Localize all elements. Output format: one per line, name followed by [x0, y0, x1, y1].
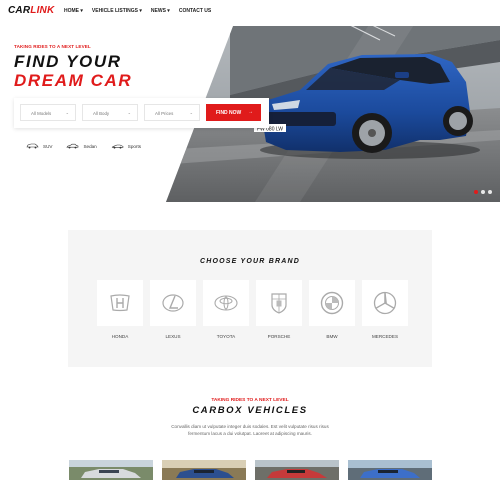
- slider-dot[interactable]: [481, 190, 485, 194]
- hero-title-line1: FIND YOUR: [14, 52, 122, 71]
- car-sedan-icon: [66, 143, 79, 149]
- porsche-logo-icon: [271, 293, 287, 314]
- slider-dots: [474, 190, 492, 194]
- nav-news[interactable]: NEWS ▾: [151, 8, 170, 14]
- slider-dot[interactable]: [488, 190, 492, 194]
- honda-logo-icon: [110, 294, 130, 312]
- body-select[interactable]: All Body ⌄: [82, 104, 138, 121]
- vehicle-type-list: SUV Sedan Sports: [26, 143, 141, 149]
- brand-tile-mercedes[interactable]: [362, 280, 408, 326]
- vehicles-description: Convallis diam ut vulputate integer duis…: [171, 424, 329, 436]
- type-sedan[interactable]: Sedan: [66, 143, 97, 149]
- type-sports[interactable]: Sports: [111, 143, 141, 149]
- brand-label: HONDA: [111, 334, 129, 339]
- brand-label: MERCEDES: [371, 334, 399, 339]
- nav-vehicle-listings[interactable]: VEHICLE LISTINGS ▾: [92, 8, 142, 14]
- site-logo[interactable]: CARLINK: [8, 5, 54, 16]
- search-filters: All Models ⌄ All Body ⌄ All Prices ⌄ FIND N…: [14, 98, 269, 128]
- find-now-button[interactable]: FIND NOW →: [206, 104, 261, 121]
- arrow-right-icon: →: [248, 109, 253, 115]
- slider-dot[interactable]: [474, 190, 478, 194]
- vehicle-card-image[interactable]: [348, 460, 432, 480]
- brand-tile-toyota[interactable]: [203, 280, 249, 326]
- lexus-logo-icon: [162, 294, 184, 312]
- vehicle-card-image[interactable]: [69, 460, 153, 480]
- hero-tagline: TAKING RIDES TO A NEXT LEVEL: [14, 44, 91, 49]
- bmw-logo-icon: [320, 291, 344, 315]
- vehicles-title: CARBOX VEHICLES: [192, 405, 308, 416]
- brand-label: TOYOTA: [216, 334, 236, 339]
- main-nav: HOME ▾ VEHICLE LISTINGS ▾ NEWS ▾ CONTACT…: [64, 8, 211, 14]
- prices-select[interactable]: All Prices ⌄: [144, 104, 200, 121]
- type-suv[interactable]: SUV: [26, 143, 52, 149]
- car-suv-icon: [26, 143, 39, 149]
- vehicle-card-image[interactable]: [255, 460, 339, 480]
- brand-tile-lexus[interactable]: [150, 280, 196, 326]
- toyota-logo-icon: [214, 295, 238, 311]
- models-select[interactable]: All Models ⌄: [20, 104, 76, 121]
- nav-home[interactable]: HOME ▾: [64, 8, 83, 14]
- mercedes-logo-icon: [373, 291, 397, 315]
- brand-tile-honda[interactable]: [97, 280, 143, 326]
- vehicle-card-image[interactable]: [162, 460, 246, 480]
- brand-tile-bmw[interactable]: [309, 280, 355, 326]
- brand-section: CHOOSE YOUR BRAND HONDA LEXUS TOYOTA POR…: [68, 230, 432, 367]
- chevron-down-icon: ⌄: [189, 110, 193, 115]
- brand-label: BMW: [326, 334, 338, 339]
- brand-tile-porsche[interactable]: [256, 280, 302, 326]
- chevron-down-icon: ⌄: [65, 110, 69, 115]
- car-sports-icon: [111, 144, 124, 149]
- brand-label: PORSCHE: [267, 334, 291, 339]
- brand-label: LEXUS: [165, 334, 181, 339]
- nav-contact-us[interactable]: CONTACT US: [179, 8, 211, 14]
- vehicles-tagline: TAKING RIDES TO A NEXT LEVEL: [211, 398, 289, 403]
- chevron-down-icon: ⌄: [127, 110, 131, 115]
- hero-title-line2: DREAM CAR: [14, 71, 133, 90]
- site-header: CARLINK HOME ▾ VEHICLE LISTINGS ▾ NEWS ▾…: [0, 0, 500, 26]
- page: FW 080 LW CARLINK HOME ▾ VEHICLE LISTING…: [0, 0, 500, 480]
- brand-section-title: CHOOSE YOUR BRAND: [199, 258, 300, 265]
